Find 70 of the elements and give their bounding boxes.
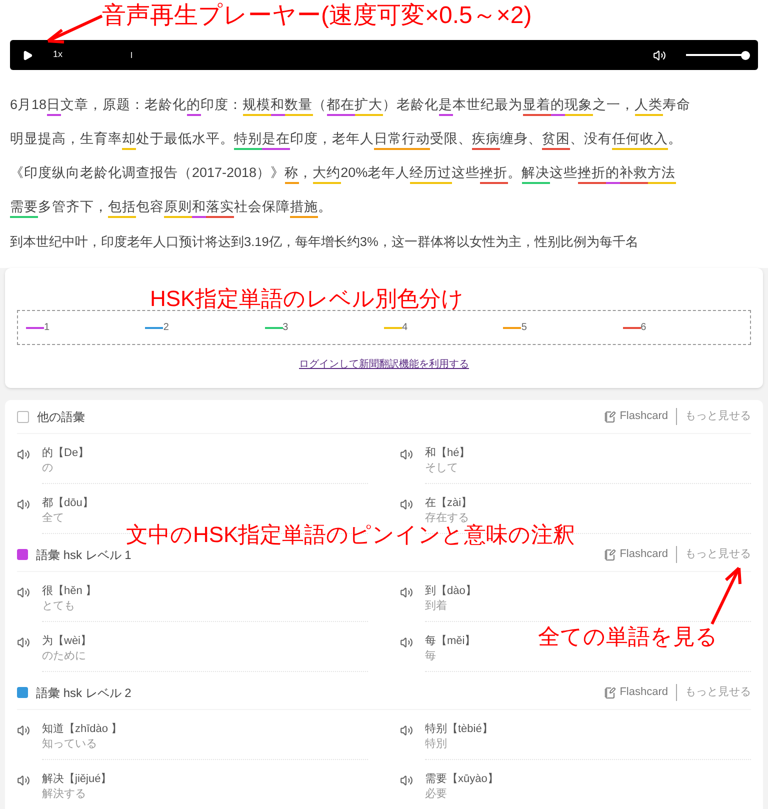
word-pinyin: 需要【xūyào】 [425,772,498,787]
word-meaning: 必要 [425,787,447,802]
speaker-icon[interactable] [400,774,413,787]
legend-label: 4 [402,321,408,335]
section-title: 語彙 hsk レベル 1 [36,546,132,564]
annotation-text: HSK指定単語のレベル別色分け [150,285,464,313]
article-line: 《印度纵向老龄化调查报告（2017-2018）》称，大约20%老年人经历过这些挫折。解决这些挫折的补救方法 [10,156,758,190]
word-meaning: 知っている [42,737,97,752]
word-meaning: 到着 [425,599,447,614]
speaker-icon[interactable] [17,774,30,787]
word-meaning: のために [42,649,86,664]
legend-label: 3 [282,321,288,335]
speaker-icon[interactable] [17,448,30,461]
section-title: 他の語彙 [37,408,85,426]
speaker-icon[interactable] [400,724,413,737]
article-line: 6月18日文章，原题：老龄化的印度：规模和数量（都在扩大）老龄化是本世纪最为显着的现象之一，人类寿命 [10,88,758,122]
word-meaning: とても [42,599,75,614]
word-pinyin: 很【hěn 】 [42,584,96,599]
word-pinyin: 的【De】 [42,446,90,461]
play-icon[interactable] [22,50,33,60]
speaker-icon[interactable] [17,586,30,599]
flashcard-icon [604,548,616,560]
show-more-link[interactable]: もっと見せる [677,408,751,425]
word-pinyin: 解决【jiějué】 [42,772,112,787]
word-pinyin: 为【wèi】 [42,634,92,649]
speaker-icon[interactable] [400,498,413,511]
word-meaning: の [42,461,53,476]
word-pinyin: 知道【zhīdào 】 [42,722,122,737]
word-meaning: 特別 [425,737,447,752]
word-meaning: 毎 [425,649,436,664]
word-pinyin: 每【měi】 [425,634,476,649]
speaker-icon[interactable] [17,636,30,649]
show-more-link[interactable]: もっと見せる [677,546,751,563]
legend-label: 6 [640,321,646,335]
annotation-text: 音声再生プレーヤー(速度可変×0.5～×2) [102,1,532,31]
word-meaning: 存在する [425,511,469,524]
article-line: 需要多管齐下，包括包容原则和落实社会保障措施。 [10,190,758,224]
legend-label: 2 [163,321,169,335]
legend-label: 5 [521,321,527,335]
checkbox[interactable] [17,410,29,422]
annotation-text: 文中のHSK指定単語のピンインと意味の注釈 [126,523,576,547]
flashcard-icon [604,410,616,422]
speaker-icon[interactable] [400,586,413,599]
word-meaning: そして [425,461,458,476]
word-pinyin: 都【dōu】 [42,496,94,511]
speaker-icon[interactable] [400,636,413,649]
volume-icon[interactable] [653,48,666,62]
word-pinyin: 特别【tèbié】 [425,722,493,737]
speaker-icon[interactable] [400,448,413,461]
word-pinyin: 和【hé】 [425,446,470,461]
word-meaning: 解決する [42,787,86,802]
word-pinyin: 到【dào】 [425,584,476,599]
annotation-arrow [44,14,104,44]
article-line: 到本世纪中叶，印度老年人口预计将达到3.19亿，每年增长约3%，这一群体将以女性为主，性别比例为每千名 [10,233,640,251]
annotation-text: 全ての単語を見る [538,623,718,651]
article-line: 明显提高，生育率却处于最低水平。特别是在印度，老年人 日常行动受限、疾病缠身、贫困、没有任何收入。 [10,122,758,156]
flashcard-icon [604,686,616,698]
flashcard-link[interactable]: Flashcard [620,546,677,563]
word-pinyin: 在【zài】 [425,496,472,511]
speaker-icon[interactable] [17,498,30,511]
flashcard-link[interactable]: Flashcard [620,684,677,701]
login-link[interactable]: ログインして新聞翻訳機能を利用する [299,357,469,372]
legend-label: 1 [44,321,50,335]
word-meaning: 全て [42,511,64,526]
section-title: 語彙 hsk レベル 2 [36,684,132,702]
flashcard-link[interactable]: Flashcard [620,408,677,425]
progress-marker [130,52,132,58]
show-more-link[interactable]: もっと見せる [677,684,751,701]
speed-button[interactable]: 1x [53,48,63,62]
speaker-icon[interactable] [17,724,30,737]
